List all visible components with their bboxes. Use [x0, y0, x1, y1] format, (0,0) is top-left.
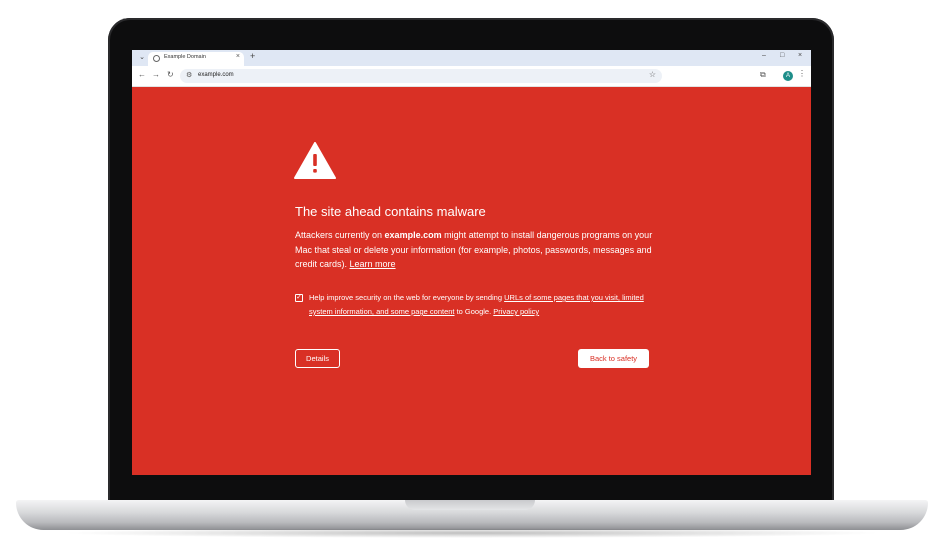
learn-more-link[interactable]: Learn more	[350, 259, 396, 269]
address-text[interactable]: example.com	[198, 72, 234, 78]
tab-example-domain[interactable]: Example Domain ×	[148, 52, 244, 66]
opt-in-label: Help improve security on the web for eve…	[309, 291, 659, 319]
warning-triangle-icon	[294, 142, 336, 179]
laptop-shadow	[60, 528, 884, 538]
address-bar[interactable]: ⚙ example.com ☆	[180, 69, 662, 83]
extensions-icon[interactable]: ⧉	[760, 70, 766, 80]
details-button[interactable]: Details	[295, 349, 340, 368]
site-name: example.com	[384, 230, 442, 240]
back-to-safety-button[interactable]: Back to safety	[578, 349, 649, 368]
opt-in-checkbox[interactable]: ✓	[295, 294, 303, 302]
browser-window: ⌄ Example Domain × + – □ × ← → ↻ ⚙ examp…	[132, 50, 811, 475]
warning-description: Attackers currently on example.com might…	[295, 228, 655, 272]
tab-search-icon[interactable]: ⌄	[136, 52, 148, 64]
checkmark-icon: ✓	[296, 294, 302, 301]
tab-title: Example Domain	[164, 54, 206, 60]
back-arrow-icon[interactable]: ←	[138, 70, 146, 79]
malware-interstitial: The site ahead contains malware Attacker…	[132, 87, 811, 475]
globe-icon	[153, 55, 160, 62]
browser-toolbar: ← → ↻ ⚙ example.com ☆ ⧉ A ⋮	[132, 66, 811, 87]
close-icon[interactable]: ×	[236, 53, 240, 60]
opt-in-middle: to Google.	[454, 307, 494, 316]
forward-arrow-icon[interactable]: →	[152, 70, 160, 79]
site-settings-icon[interactable]: ⚙	[186, 71, 192, 79]
tab-bar: ⌄ Example Domain × + – □ ×	[132, 50, 811, 66]
maximize-icon[interactable]: □	[780, 52, 784, 59]
description-prefix: Attackers currently on	[295, 230, 385, 240]
menu-kebab-icon[interactable]: ⋮	[798, 69, 806, 78]
avatar[interactable]: A	[783, 71, 793, 81]
new-tab-button[interactable]: +	[250, 51, 255, 61]
minimize-icon[interactable]: –	[762, 52, 766, 59]
reload-icon[interactable]: ↻	[167, 70, 174, 79]
bookmark-star-icon[interactable]: ☆	[649, 70, 656, 79]
page-title: The site ahead contains malware	[295, 204, 486, 219]
opt-in-prefix: Help improve security on the web for eve…	[309, 293, 505, 302]
privacy-policy-link[interactable]: Privacy policy	[493, 307, 539, 316]
window-close-icon[interactable]: ×	[798, 52, 802, 59]
laptop-notch	[405, 500, 535, 510]
